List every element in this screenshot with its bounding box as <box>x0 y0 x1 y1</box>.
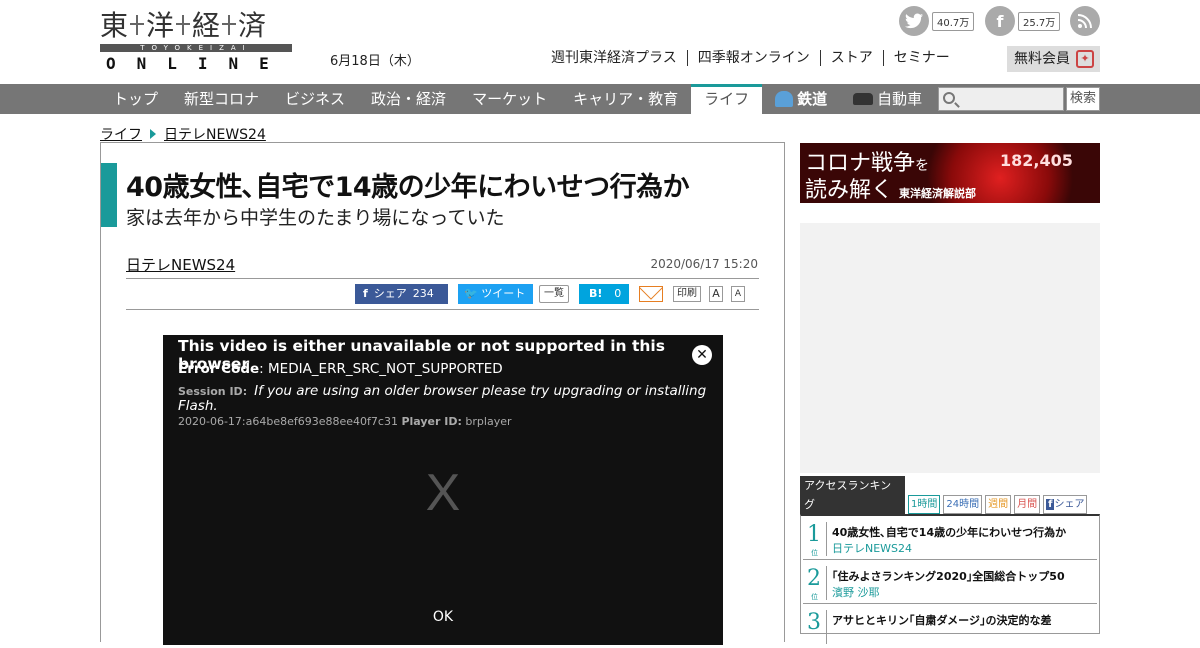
search-icon <box>943 92 955 104</box>
nav-rail[interactable]: 鉄道 <box>762 84 840 114</box>
article: 40歳女性､自宅で14歳の少年にわいせつ行為か 家は去年から中学生のたまり場にな… <box>100 142 785 645</box>
facebook-icon: f <box>363 287 368 300</box>
gift-icon: ✦ <box>1076 50 1094 68</box>
breadcrumb: ライフ 日テレNEWS24 <box>100 124 266 144</box>
rss-icon[interactable] <box>1070 6 1100 36</box>
free-member-button[interactable]: 無料会員 ✦ <box>1007 46 1100 72</box>
ranking-item[interactable]: 2 位 ｢住みよさランキング2020｣全国総合トップ50 濱野 沙耶 <box>803 560 1097 604</box>
article-source[interactable]: 日テレNEWS24 <box>126 254 235 275</box>
nav-politics[interactable]: 政治・経済 <box>358 84 459 114</box>
title-accent-bar <box>101 163 117 227</box>
facebook-count: 25.7万 <box>1018 11 1061 31</box>
nav-market[interactable]: マーケット <box>459 84 560 114</box>
article-title: 40歳女性､自宅で14歳の少年にわいせつ行為か <box>126 172 690 203</box>
search-button[interactable]: 検索 <box>1066 87 1100 111</box>
tab-1hour[interactable]: 1時間 <box>908 495 941 514</box>
print-button[interactable]: 印刷 <box>673 286 701 302</box>
nav-corona[interactable]: 新型コロナ <box>171 84 272 114</box>
search-box <box>938 87 1064 111</box>
breadcrumb-source[interactable]: 日テレNEWS24 <box>164 124 266 144</box>
facebook-icon[interactable]: f <box>985 6 1015 36</box>
ad-placeholder <box>800 223 1100 473</box>
link-weekly-plus[interactable]: 週刊東洋経済プラス <box>551 50 687 66</box>
nav-car[interactable]: 自動車 <box>840 84 935 114</box>
article-date: 2020/06/17 15:20 <box>650 257 758 271</box>
video-error-x-icon: X <box>425 464 461 522</box>
video-error-code: Error Code: MEDIA_ERR_SRC_NOT_SUPPORTED <box>178 361 503 377</box>
twitter-count: 40.7万 <box>932 11 975 31</box>
train-icon <box>775 91 794 107</box>
video-session-info: Session ID: If you are using an older br… <box>178 383 707 429</box>
twitter-follow[interactable]: 40.7万 <box>899 6 975 36</box>
breadcrumb-section[interactable]: ライフ <box>100 124 142 144</box>
site-logo[interactable]: 東 洋 経 済 TOYOKEIZAI ONLINE <box>100 8 292 73</box>
nav-top[interactable]: トップ <box>100 84 171 114</box>
ranking-list: 1 位 40歳女性､自宅で14歳の少年にわいせつ行為か 日テレNEWS24 2 … <box>800 514 1100 644</box>
logo-online: ONLINE <box>106 54 290 73</box>
ranking-title: アクセスランキング <box>800 476 905 514</box>
tab-weekly[interactable]: 週間 <box>985 495 1012 514</box>
nav-life[interactable]: ライフ <box>691 84 763 114</box>
car-icon <box>853 93 874 105</box>
facebook-follow[interactable]: f 25.7万 <box>985 6 1061 36</box>
article-subtitle: 家は去年から中学生のたまり場になっていた <box>126 207 505 229</box>
ranking-item[interactable]: 3 アサヒとキリン｢自粛ダメージ｣の決定的な差 <box>803 604 1097 648</box>
tweet-button[interactable]: 🐦 ツイート <box>458 284 533 304</box>
font-size-small-button[interactable]: A <box>731 286 745 302</box>
twitter-icon[interactable] <box>899 6 929 36</box>
rss-link[interactable] <box>1070 6 1100 36</box>
banner-number: 182,405 <box>1000 151 1073 170</box>
hatena-icon: B! <box>589 287 603 300</box>
tab-monthly[interactable]: 月間 <box>1014 495 1041 514</box>
nav-business[interactable]: ビジネス <box>272 84 358 114</box>
divider <box>126 309 759 310</box>
link-store[interactable]: ストア <box>819 50 883 66</box>
tab-24hour[interactable]: 24時間 <box>943 495 983 514</box>
share-bar: f シェア 234 🐦 ツイート 一覧 B! 0 印刷 A A <box>355 284 745 304</box>
close-icon[interactable]: ✕ <box>692 345 712 365</box>
banner-line2: 読み解く 東洋経済解説部 <box>805 178 977 203</box>
font-size-large-button[interactable]: A <box>709 286 723 302</box>
twitter-icon: 🐦 <box>464 287 478 300</box>
top-links: 週刊東洋経済プラス 四季報オンライン ストア セミナー <box>551 50 960 66</box>
logo-kanji: 東 洋 経 済 <box>100 9 267 42</box>
tweet-list-button[interactable]: 一覧 <box>539 285 569 303</box>
link-seminar[interactable]: セミナー <box>882 50 960 66</box>
logo-romaji: TOYOKEIZAI <box>100 44 292 52</box>
search-input[interactable] <box>959 89 1061 109</box>
current-date: 6月18日（木） <box>330 54 420 69</box>
facebook-share-button[interactable]: f シェア 234 <box>355 284 448 304</box>
nav-career[interactable]: キャリア・教育 <box>560 84 691 114</box>
divider <box>126 278 759 279</box>
hatena-bookmark-button[interactable]: B! 0 <box>579 284 629 304</box>
link-shikiho[interactable]: 四季報オンライン <box>686 50 820 66</box>
ranking-item[interactable]: 1 位 40歳女性､自宅で14歳の少年にわいせつ行為か 日テレNEWS24 <box>803 516 1097 560</box>
video-ok-button[interactable]: OK <box>163 609 723 625</box>
mail-icon[interactable] <box>639 286 663 302</box>
access-ranking: アクセスランキング 1時間 24時間 週間 月間 f シェア 1 位 40歳女性､… <box>800 476 1100 644</box>
corona-banner[interactable]: 182,405 コロナ戦争を 読み解く 東洋経済解説部 <box>800 143 1100 203</box>
chevron-right-icon <box>150 129 156 139</box>
video-player[interactable]: This video is either unavailable or not … <box>163 335 723 645</box>
site-header: 東 洋 経 済 TOYOKEIZAI ONLINE 6月18日（木） 40.7万… <box>0 0 1200 84</box>
tab-share[interactable]: f シェア <box>1043 495 1088 514</box>
